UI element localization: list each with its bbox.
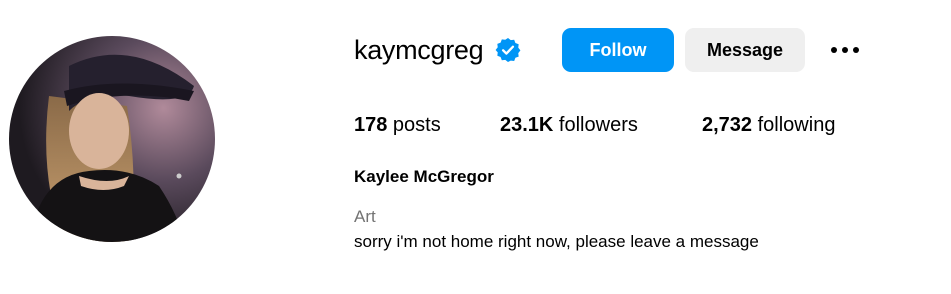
following-count: 2,732 <box>702 114 753 136</box>
following-stat[interactable]: 2,732 following <box>702 112 835 138</box>
posts-count: 178 <box>354 114 388 136</box>
follow-button[interactable]: Follow <box>562 28 674 72</box>
profile-bio: sorry i'm not home right now, please lea… <box>354 232 759 251</box>
posts-label: posts <box>387 114 441 136</box>
profile-header-row: kaymcgreg <box>354 27 521 73</box>
message-button[interactable]: Message <box>685 28 805 72</box>
followers-stat[interactable]: 23.1K followers <box>500 112 638 138</box>
verified-badge-icon <box>495 37 521 63</box>
avatar-photo <box>9 36 215 242</box>
posts-stat[interactable]: 178 posts <box>354 112 441 138</box>
more-options-icon[interactable] <box>828 36 862 64</box>
followers-label: followers <box>553 114 638 136</box>
profile-avatar[interactable] <box>9 36 215 242</box>
profile-category: Art <box>354 207 376 226</box>
full-name: Kaylee McGregor <box>354 167 494 186</box>
following-label: following <box>752 114 836 136</box>
username: kaymcgreg <box>354 34 484 65</box>
followers-count: 23.1K <box>500 114 554 136</box>
